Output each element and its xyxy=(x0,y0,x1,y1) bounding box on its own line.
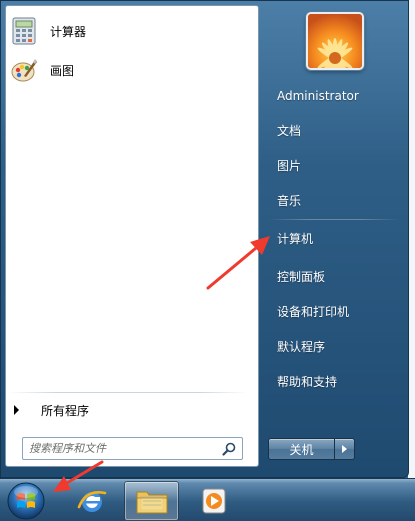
folder-icon xyxy=(136,491,167,514)
ie-icon xyxy=(77,491,106,512)
right-item-computer[interactable]: 计算机 xyxy=(266,224,400,252)
right-item-label: 图片 xyxy=(277,158,302,173)
paint-icon xyxy=(11,59,37,82)
all-programs-button[interactable]: 所有程序 xyxy=(14,400,244,420)
right-item-label: 默认程序 xyxy=(277,339,326,354)
right-item-documents[interactable]: 文档 xyxy=(266,116,400,144)
flower-avatar-icon xyxy=(308,14,362,68)
right-item-default-programs[interactable]: 默认程序 xyxy=(266,332,400,360)
program-item-calculator[interactable]: 计算器 xyxy=(6,14,248,48)
program-item-paint[interactable]: 画图 xyxy=(6,53,248,87)
all-programs-label: 所有程序 xyxy=(41,403,90,418)
right-item-pictures[interactable]: 图片 xyxy=(266,151,400,179)
right-item-devices-printers[interactable]: 设备和打印机 xyxy=(266,297,400,325)
divider xyxy=(8,392,248,393)
search-input[interactable] xyxy=(23,438,221,459)
taskbar-windows-explorer[interactable] xyxy=(124,481,179,521)
right-item-music[interactable]: 音乐 xyxy=(266,186,400,214)
arrow-right-icon xyxy=(14,405,19,415)
divider xyxy=(268,219,400,220)
taskbar-media-player[interactable] xyxy=(186,481,241,521)
windows-logo-icon[interactable] xyxy=(6,481,46,521)
right-item-control-panel[interactable]: 控制面板 xyxy=(266,262,400,290)
search-icon[interactable] xyxy=(221,441,237,457)
user-name: Administrator xyxy=(277,89,359,103)
triangle-right-icon xyxy=(342,445,347,453)
media-player-icon xyxy=(202,488,225,514)
right-item-label: 音乐 xyxy=(277,193,302,208)
right-item-label: 控制面板 xyxy=(277,269,326,284)
taskbar-internet-explorer[interactable] xyxy=(64,481,119,521)
shutdown-group: 关机 xyxy=(268,438,355,460)
calculator-icon xyxy=(12,17,36,45)
right-item-user[interactable]: Administrator xyxy=(266,82,400,110)
shutdown-options-button[interactable] xyxy=(335,438,355,460)
right-item-help-support[interactable]: 帮助和支持 xyxy=(266,367,400,395)
right-item-label: 帮助和支持 xyxy=(277,374,338,389)
program-label: 画图 xyxy=(50,63,75,78)
shutdown-button[interactable]: 关机 xyxy=(268,438,335,460)
right-item-label: 设备和打印机 xyxy=(277,304,350,319)
search-box xyxy=(22,437,243,460)
right-item-label: 文档 xyxy=(277,123,302,138)
program-label: 计算器 xyxy=(50,24,87,39)
avatar[interactable] xyxy=(306,12,364,70)
right-item-label: 计算机 xyxy=(277,231,314,246)
